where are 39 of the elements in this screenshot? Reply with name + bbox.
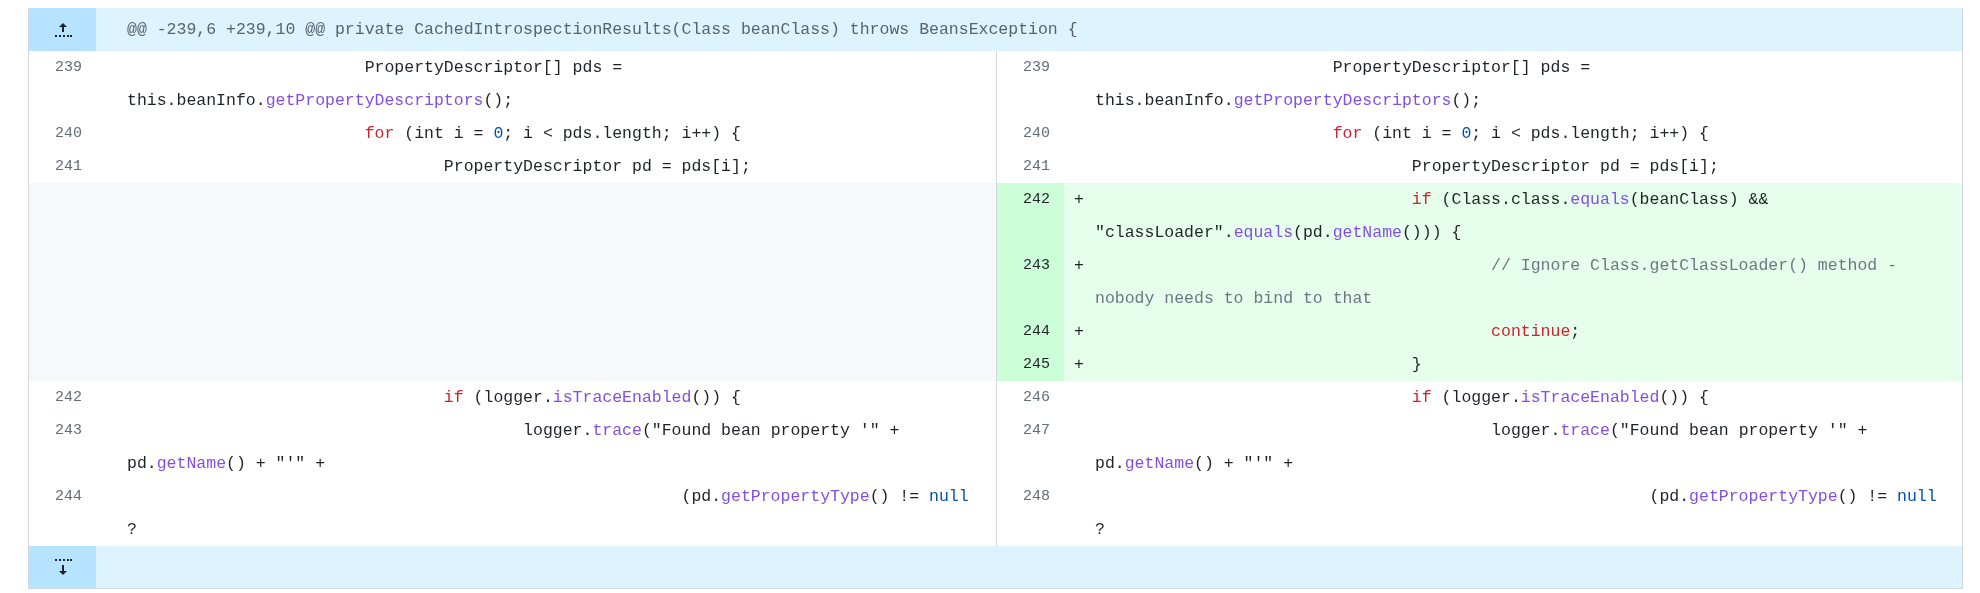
code-line: logger.trace("Found bean property '" + pd.getName() + "'" + <box>1095 420 1869 475</box>
line-number[interactable]: 239 <box>996 51 1064 117</box>
line-number[interactable]: 242 <box>996 183 1064 249</box>
line-number[interactable]: 242 <box>29 381 96 414</box>
line-number[interactable]: 247 <box>996 414 1064 480</box>
expand-button[interactable] <box>29 8 96 51</box>
code-line: if (logger.isTraceEnabled()) { <box>1410 387 1710 409</box>
code-line: if (Class.class.equals(beanClass) && "classLoader".equals(pd.getName())) { <box>1095 189 1770 244</box>
line-number[interactable]: 240 <box>29 117 96 150</box>
line-number[interactable]: 243 <box>29 414 96 480</box>
code-line: (pd.getPropertyType() != null ? <box>1095 486 1938 541</box>
line-number[interactable]: 239 <box>29 51 96 117</box>
line-number[interactable]: 245 <box>996 348 1064 381</box>
code-line: continue; <box>1490 321 1582 343</box>
line-number[interactable]: 246 <box>996 381 1064 414</box>
code-line: for (int i = 0; i < pds.length; i++) { <box>1331 123 1710 145</box>
arrow-down-icon <box>53 558 72 576</box>
diff-marker: + <box>1074 354 1085 376</box>
code-line: // Ignore Class.getClassLoader() method - nobody needs to bind to that <box>1095 255 1899 310</box>
line-number[interactable]: 241 <box>29 150 96 183</box>
code-line: for (int i = 0; i < pds.length; i++) { <box>363 123 742 145</box>
hunk-header: @@ -239,6 +239,10 @@ private CachedIntrospectionResults(Class beanClass) throws BeansException { <box>126 20 1079 39</box>
diff-marker: + <box>1074 255 1085 277</box>
code-line: PropertyDescriptor[] pds = this.beanInfo.getPropertyDescriptors(); <box>127 57 624 112</box>
code-line: PropertyDescriptor pd = pds[i]; <box>1410 156 1720 178</box>
line-number[interactable]: 244 <box>29 480 96 546</box>
line-number[interactable]: 244 <box>996 315 1064 348</box>
code-line: logger.trace("Found bean property '" + pd.getName() + "'" + <box>127 420 901 475</box>
arrow-up-icon <box>53 20 72 39</box>
diff-marker: + <box>1074 189 1085 211</box>
diff-marker: + <box>1074 321 1085 343</box>
code-line: } <box>1410 354 1423 376</box>
line-number[interactable]: 243 <box>996 249 1064 315</box>
code-line: PropertyDescriptor[] pds = this.beanInfo.getPropertyDescriptors(); <box>1095 57 1592 112</box>
line-number[interactable]: 240 <box>996 117 1064 150</box>
code-line: (pd.getPropertyType() != null ? <box>127 486 970 541</box>
code-line: PropertyDescriptor pd = pds[i]; <box>442 156 752 178</box>
code-line: if (logger.isTraceEnabled()) { <box>442 387 742 409</box>
expand-button[interactable] <box>29 546 96 588</box>
